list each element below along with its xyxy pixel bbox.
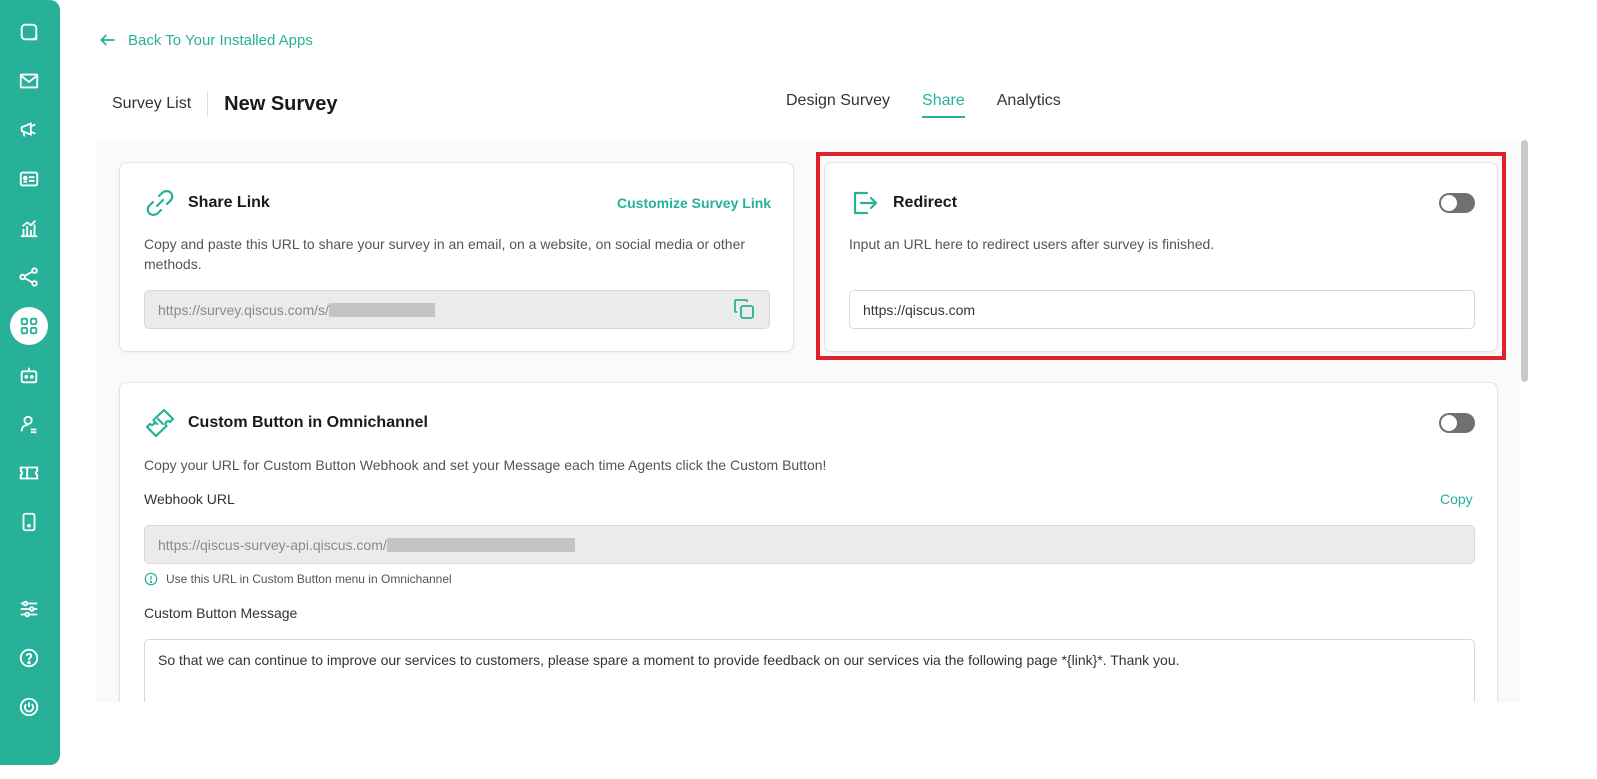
share-link-title: Share Link (188, 194, 270, 211)
agent-icon[interactable] (10, 405, 48, 443)
survey-list-link[interactable]: Survey List (112, 95, 191, 113)
mobile-icon[interactable] (10, 503, 48, 541)
info-icon (144, 572, 158, 586)
tab-share[interactable]: Share (922, 92, 965, 118)
redirect-url-value: https://qiscus.com (863, 301, 976, 318)
custom-button-title: Custom Button in Omnichannel (188, 414, 428, 431)
redacted-text (328, 302, 435, 317)
redirect-toggle[interactable] (1439, 193, 1475, 213)
custom-button-card: Custom Button in Omnichannel Copy your U… (119, 382, 1498, 722)
custom-button-description: Copy your URL for Custom Button Webhook … (144, 457, 827, 473)
page-footer-space (60, 702, 1597, 779)
bot-icon[interactable] (10, 356, 48, 394)
breadcrumb: Survey List New Survey (112, 90, 338, 118)
back-to-apps-link[interactable]: Back To Your Installed Apps (98, 30, 313, 50)
share-url-value: https://survey.qiscus.com/s/ (158, 301, 329, 318)
share-link-card: Share Link Customize Survey Link Copy an… (119, 162, 794, 352)
share-link-description: Copy and paste this URL to share your su… (144, 236, 746, 272)
power-icon[interactable] (10, 688, 48, 726)
share-url-field: https://survey.qiscus.com/s/ (144, 290, 770, 329)
help-icon[interactable] (10, 639, 48, 677)
page-title: New Survey (224, 92, 338, 115)
copy-icon[interactable] (732, 297, 756, 321)
back-link-label: Back To Your Installed Apps (128, 31, 313, 49)
tab-analytics[interactable]: Analytics (997, 92, 1061, 118)
contact-card-icon[interactable] (10, 160, 48, 198)
sidebar (0, 0, 60, 765)
megaphone-icon[interactable] (10, 111, 48, 149)
copy-webhook-button[interactable]: Copy (1440, 491, 1473, 507)
custom-button-message-label: Custom Button Message (144, 605, 298, 621)
analytics-icon[interactable] (10, 209, 48, 247)
webhook-hint: Use this URL in Custom Button menu in Om… (144, 572, 452, 586)
ticket-tag-icon (144, 407, 176, 439)
redacted-text (386, 537, 575, 552)
redirect-url-input[interactable]: https://qiscus.com (849, 290, 1475, 329)
ticket-icon[interactable] (10, 454, 48, 492)
link-icon (144, 187, 176, 219)
webhook-url-label: Webhook URL (144, 491, 235, 507)
customize-survey-link[interactable]: Customize Survey Link (617, 195, 771, 211)
redirect-exit-icon (849, 187, 881, 219)
mail-icon[interactable] (10, 62, 48, 100)
webhook-url-value: https://qiscus-survey-api.qiscus.com/ (158, 536, 387, 553)
webhook-url-field: https://qiscus-survey-api.qiscus.com/ (144, 525, 1475, 564)
tab-design-survey[interactable]: Design Survey (786, 92, 890, 118)
chat-icon[interactable] (10, 13, 48, 51)
redirect-card: Redirect Input an URL here to redirect u… (824, 162, 1498, 352)
redirect-description: Input an URL here to redirect users afte… (849, 236, 1215, 252)
settings-sliders-icon[interactable] (10, 590, 48, 628)
arrow-left-icon (100, 34, 115, 46)
scrollbar-thumb[interactable] (1521, 140, 1528, 382)
redirect-title: Redirect (893, 194, 958, 211)
apps-grid-icon[interactable] (10, 307, 48, 345)
custom-button-toggle[interactable] (1439, 413, 1475, 433)
webhook-hint-text: Use this URL in Custom Button menu in Om… (166, 572, 452, 586)
share-network-icon[interactable] (10, 258, 48, 296)
header-divider (207, 91, 209, 117)
survey-tabs: Design Survey Share Analytics (786, 92, 1093, 118)
